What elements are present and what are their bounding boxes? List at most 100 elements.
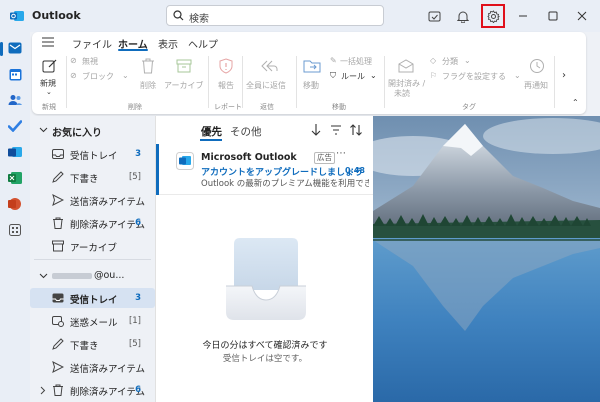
delete-label: 削除: [140, 81, 156, 90]
sort-icon[interactable]: [349, 123, 363, 137]
block-icon: ⊘: [70, 71, 77, 80]
minimize-button[interactable]: [513, 6, 533, 26]
rail-teams-button[interactable]: [5, 142, 25, 162]
shield-alert-icon: [219, 58, 233, 74]
block-button[interactable]: ⊘ ブロック ⌄: [70, 71, 130, 83]
rail-selection-indicator: [0, 42, 3, 56]
people-icon: [8, 95, 22, 105]
minimize-icon: [519, 15, 527, 17]
folder-item-archive[interactable]: アーカイブ: [30, 236, 155, 256]
filter-icon[interactable]: [329, 123, 343, 137]
reply-all-label: 全員に返信: [246, 81, 286, 90]
rail-powerpoint-button[interactable]: [5, 194, 25, 214]
favorites-header[interactable]: お気に入り: [30, 120, 155, 140]
search-placeholder: 検索: [189, 14, 209, 25]
categorize-button[interactable]: ◇ 分類 ⌄: [430, 56, 490, 68]
close-button[interactable]: [572, 6, 592, 26]
mountain-lake-image: [373, 116, 600, 402]
ribbon-divider: [296, 56, 297, 108]
search-input[interactable]: 検索: [166, 5, 384, 26]
folder-item-drafts[interactable]: 下書き [5]: [30, 334, 155, 354]
message-item[interactable]: Microsoft Outlook 広告 ⋯ アカウントをアップグレードしましょ…: [156, 144, 374, 195]
reply-all-button[interactable]: 全員に返信: [246, 56, 292, 96]
folder-label: 受信トレイ: [70, 295, 118, 306]
empty-subtitle: 受信トレイは空です。: [222, 354, 308, 364]
rail-excel-button[interactable]: [5, 168, 25, 188]
redacted-email: [52, 273, 92, 279]
report-button[interactable]: 報告: [214, 56, 238, 96]
folder-item-drafts[interactable]: 下書き [5]: [30, 167, 155, 187]
hamburger-menu-icon[interactable]: [42, 37, 54, 47]
folder-item-deleted[interactable]: 削除済みアイテム 6: [30, 380, 155, 400]
gear-icon: [486, 9, 500, 23]
unread-count: 6: [135, 385, 141, 395]
ignore-label: 無視: [82, 57, 98, 66]
account-header[interactable]: @ou...: [30, 266, 155, 286]
unread-count: 3: [135, 293, 141, 303]
archive-label: アーカイブ: [164, 81, 204, 90]
flag-icon: ⚐: [430, 71, 438, 80]
ignore-icon: ⊘: [70, 56, 77, 65]
folder-move-icon: [303, 60, 321, 73]
checkmark-icon: [8, 120, 22, 132]
folder-item-sent[interactable]: 送信済みアイテム: [30, 357, 155, 377]
my-day-button[interactable]: [424, 6, 444, 26]
category-label: 分類: [442, 57, 458, 66]
folder-item-inbox[interactable]: 受信トレイ 3: [30, 144, 155, 164]
tab-focused[interactable]: 優先: [201, 124, 222, 139]
draft-count: [5]: [128, 172, 141, 182]
arrow-down-icon[interactable]: [309, 123, 323, 137]
account-label: @ou...: [94, 270, 125, 281]
tab-view[interactable]: 表示: [158, 36, 178, 51]
folder-item-inbox[interactable]: 受信トレイ 3: [30, 288, 155, 308]
delete-button[interactable]: 削除: [136, 56, 160, 96]
unread-indicator: [156, 144, 159, 195]
ignore-button[interactable]: ⊘ 無視: [70, 56, 110, 68]
ribbon-divider: [208, 56, 209, 108]
folder-label: 送信済みアイテム: [70, 197, 146, 208]
group-new-label: 新規: [42, 103, 56, 111]
draft-count: [5]: [128, 339, 141, 349]
unread-count: 6: [135, 218, 141, 228]
new-mail-button[interactable]: 新規 ⌄: [38, 56, 62, 100]
rules-button[interactable]: ⛉ ルール ⌄: [330, 71, 380, 83]
title-bar: Outlook 検索: [0, 0, 600, 32]
maximize-button[interactable]: [543, 6, 563, 26]
rules-label: ルール: [341, 72, 365, 81]
rail-mail-button[interactable]: [5, 38, 25, 58]
chevron-down-icon: [39, 273, 48, 279]
tab-other[interactable]: その他: [230, 124, 262, 139]
more-options-icon[interactable]: ⋯: [336, 148, 346, 159]
chevron-down-icon: [39, 127, 48, 133]
rail-people-button[interactable]: [5, 90, 25, 110]
send-icon: [52, 361, 64, 373]
notes-check-icon: [428, 11, 440, 21]
snooze-button[interactable]: 再通知: [522, 56, 552, 96]
move-button[interactable]: 移動: [300, 56, 324, 100]
rail-todo-button[interactable]: [5, 116, 25, 136]
tab-help[interactable]: ヘルプ: [188, 36, 218, 51]
flag-button[interactable]: ⚐ フラグを設定する ⌄: [430, 71, 521, 83]
outlook-logo-icon: [10, 11, 24, 21]
folder-item-junk[interactable]: 迷惑メール [1]: [30, 311, 155, 331]
folder-item-sent[interactable]: 送信済みアイテム: [30, 190, 155, 210]
rail-calendar-button[interactable]: [5, 64, 25, 84]
chevron-right-icon[interactable]: ›: [562, 70, 566, 81]
clock-icon: [530, 59, 544, 73]
read-unread-button[interactable]: 開封済み / 未読: [388, 56, 426, 100]
bulk-actions-button[interactable]: ✎ 一括処理: [330, 56, 380, 68]
folder-item-deleted[interactable]: 削除済みアイテム 6: [30, 213, 155, 233]
folder-label: 削除済みアイテム: [70, 387, 146, 398]
rules-icon: ⛉: [330, 71, 336, 80]
archive-button[interactable]: アーカイブ: [164, 56, 204, 96]
rail-apps-button[interactable]: [5, 220, 25, 240]
notifications-button[interactable]: [453, 6, 473, 26]
empty-title: 今日の分はすべて確認済みです: [202, 341, 328, 351]
folder-label: 削除済みアイテム: [70, 220, 146, 231]
tab-file[interactable]: ファイル: [72, 36, 112, 51]
collapse-ribbon-icon[interactable]: ⌃: [572, 98, 579, 107]
app-rail: [0, 32, 30, 402]
apps-grid-icon: [9, 224, 21, 236]
message-time: 0:48: [345, 166, 365, 175]
settings-button[interactable]: [481, 4, 505, 28]
